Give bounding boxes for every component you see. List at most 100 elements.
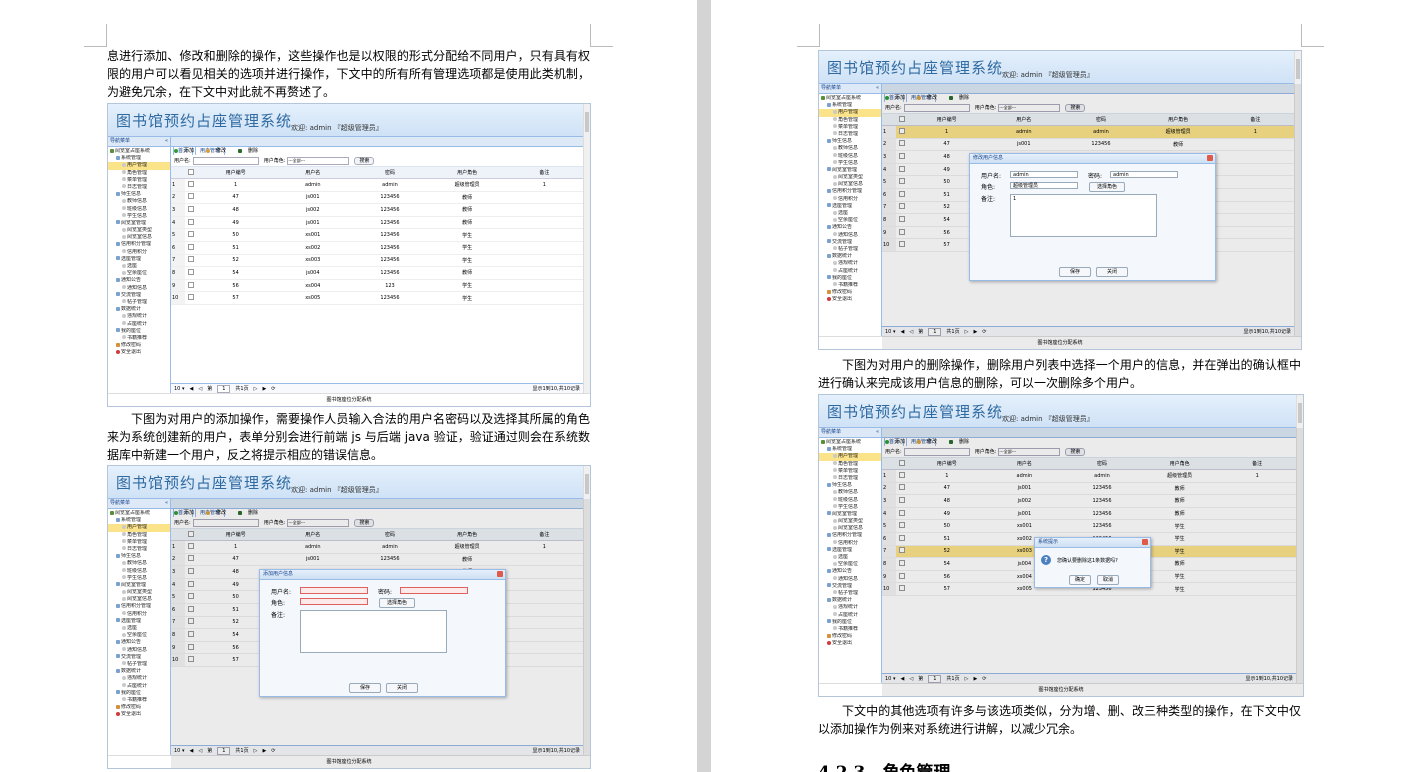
column-header[interactable]: 用户名 [274, 167, 352, 179]
nav-item[interactable]: 教师信息 [108, 198, 170, 205]
nav-item[interactable]: 信用积分管理 [819, 188, 881, 195]
nav-item[interactable]: 帖子管理 [108, 661, 170, 668]
nav-item[interactable]: 班级信息 [819, 153, 881, 160]
row-checkbox[interactable] [185, 203, 197, 217]
nav-item[interactable]: 交流管理 [819, 239, 881, 246]
next-page-button[interactable]: ▷ [254, 386, 258, 392]
nav-item[interactable]: 空余座位 [108, 632, 170, 639]
close-icon[interactable] [1142, 539, 1148, 545]
nav-item[interactable]: 交流管理 [108, 292, 170, 299]
cancel-button[interactable]: 取消 [1097, 575, 1119, 585]
close-button[interactable]: 关闭 [1096, 267, 1128, 277]
nav-item[interactable]: 数据统计 [819, 597, 881, 604]
page-size-select[interactable]: 10 ▾ [174, 386, 184, 392]
nav-item[interactable]: 选座管理 [108, 618, 170, 625]
nav-item[interactable]: 空余座位 [819, 217, 881, 224]
nav-item[interactable]: 用户管理 [819, 109, 881, 117]
nav-item[interactable]: 阅览室占座系统 [819, 95, 881, 102]
collapse-icon[interactable]: « [165, 137, 168, 146]
save-button[interactable]: 保存 [349, 683, 381, 693]
ok-button[interactable]: 确定 [1069, 575, 1091, 585]
row-checkbox[interactable] [185, 254, 197, 268]
close-icon[interactable] [497, 571, 503, 577]
table-row[interactable]: 6 51xs002123456学生 [171, 241, 583, 255]
nav-item[interactable]: 角色管理 [108, 170, 170, 177]
nav-item[interactable]: 交流管理 [819, 583, 881, 590]
column-header[interactable]: 用户编号 [197, 167, 275, 179]
collapse-icon[interactable]: « [165, 499, 168, 508]
nav-item[interactable]: 我的座位 [819, 619, 881, 626]
nav-item[interactable]: 阅览室信息 [819, 181, 881, 188]
search-button[interactable]: 搜索 [354, 156, 375, 165]
username-search-input[interactable] [192, 156, 259, 165]
password-field[interactable]: admin [1110, 171, 1178, 178]
nav-item[interactable]: 选座管理 [819, 203, 881, 210]
nav-item[interactable]: 信用积分 [819, 196, 881, 203]
nav-item[interactable]: 选座 [819, 554, 881, 561]
nav-item[interactable]: 日志管理 [819, 131, 881, 138]
nav-item[interactable]: 我的座位 [108, 690, 170, 697]
nav-item[interactable]: 系统管理 [108, 155, 170, 162]
nav-item[interactable]: 角色管理 [108, 532, 170, 539]
nav-item[interactable]: 信用积分管理 [819, 532, 881, 539]
nav-item[interactable]: 系统管理 [819, 446, 881, 453]
first-page-button[interactable]: ◀ [189, 386, 193, 392]
nav-item[interactable]: 用户管理 [108, 524, 170, 532]
nav-item[interactable]: 阅览室管理 [108, 582, 170, 589]
nav-item[interactable]: 选座 [819, 210, 881, 217]
nav-item[interactable]: 班级信息 [108, 206, 170, 213]
nav-item[interactable]: 阅览室类型 [108, 227, 170, 234]
nav-item[interactable]: 空余座位 [108, 270, 170, 277]
nav-item[interactable]: 数据统计 [108, 306, 170, 313]
row-checkbox[interactable] [185, 228, 197, 242]
nav-item[interactable]: 角色管理 [819, 461, 881, 468]
nav-item[interactable]: 交流管理 [108, 654, 170, 661]
nav-item[interactable]: 通知信息 [108, 647, 170, 654]
role-field[interactable] [300, 598, 368, 605]
nav-item[interactable]: 安全退出 [819, 296, 881, 303]
nav-item[interactable]: 阅览室管理 [108, 220, 170, 227]
nav-item[interactable]: 安全退出 [108, 711, 170, 718]
page-number-input[interactable]: 1 [217, 385, 231, 393]
nav-item[interactable]: 信用积分 [108, 249, 170, 256]
nav-item[interactable]: 违规统计 [108, 313, 170, 320]
table-row[interactable]: 3 48js002123456教师 [171, 203, 583, 217]
nav-item[interactable]: 阅览室信息 [819, 525, 881, 532]
nav-item[interactable]: 修改密码 [819, 289, 881, 296]
add-button[interactable]: 添加 [174, 148, 200, 154]
nav-item[interactable]: 通知信息 [108, 285, 170, 292]
nav-item[interactable]: 帖子管理 [819, 246, 881, 253]
nav-item[interactable]: 用户管理 [108, 162, 170, 170]
nav-item[interactable]: 阅览室信息 [108, 234, 170, 241]
column-header[interactable]: 备注 [505, 167, 583, 179]
row-checkbox[interactable] [185, 178, 197, 192]
row-checkbox[interactable] [185, 266, 197, 280]
nav-item[interactable]: 通知信息 [819, 232, 881, 239]
table-row[interactable]: 10 57xs005123456学生 [171, 291, 583, 305]
nav-item[interactable]: 我的座位 [819, 275, 881, 282]
nav-item[interactable]: 选座管理 [819, 547, 881, 554]
nav-item[interactable]: 教师信息 [819, 489, 881, 496]
nav-item[interactable]: 菜单管理 [108, 177, 170, 184]
select-role-button[interactable]: 选择角色 [1089, 182, 1125, 192]
nav-item[interactable]: 空余座位 [819, 561, 881, 568]
scrollbar-thumb[interactable] [1298, 403, 1302, 423]
nav-item[interactable]: 占座统计 [819, 268, 881, 275]
nav-item[interactable]: 书籍推荐 [819, 282, 881, 289]
row-checkbox[interactable] [185, 279, 197, 293]
nav-item[interactable]: 修改密码 [819, 633, 881, 640]
edit-button[interactable]: 修改 [206, 148, 232, 154]
nav-item[interactable]: 修改密码 [108, 704, 170, 711]
nav-item[interactable]: 信用积分管理 [108, 241, 170, 248]
nav-item[interactable]: 帖子管理 [108, 299, 170, 306]
nav-item[interactable]: 占座统计 [108, 683, 170, 690]
column-header[interactable]: 密码 [351, 167, 429, 179]
nav-item[interactable]: 用户管理 [819, 453, 881, 461]
nav-item[interactable]: 日志管理 [108, 184, 170, 191]
row-checkbox[interactable] [185, 291, 197, 305]
scrollbar-thumb[interactable] [585, 474, 589, 494]
table-row[interactable]: 1 1 admin admin 超级管理员 1 [171, 178, 583, 192]
nav-item[interactable]: 阅览室占座系统 [108, 510, 170, 517]
nav-item[interactable]: 系统管理 [819, 102, 881, 109]
nav-item[interactable]: 占座统计 [819, 612, 881, 619]
